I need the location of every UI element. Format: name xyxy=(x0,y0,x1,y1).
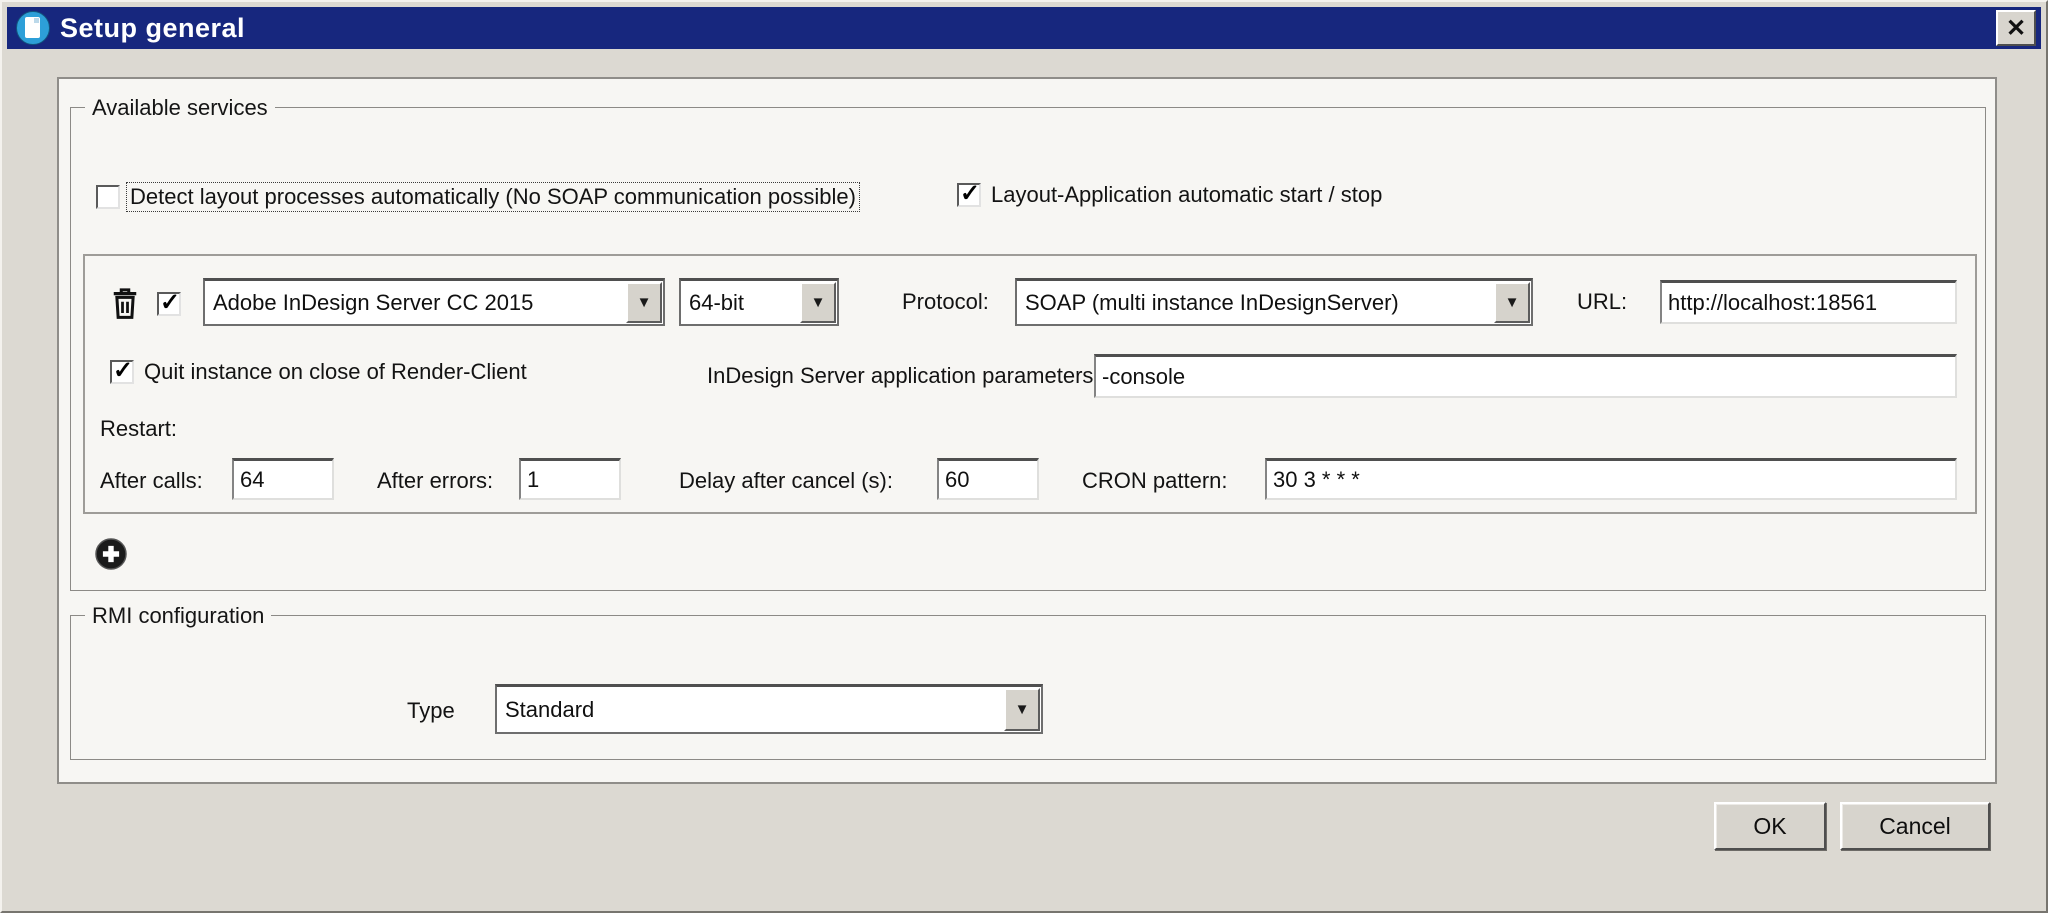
cron-pattern-label: CRON pattern: xyxy=(1082,468,1228,494)
setup-general-dialog: Setup general ✕ Available services Detec… xyxy=(0,0,2048,913)
cron-pattern-input[interactable] xyxy=(1265,458,1957,500)
bitness-select-value: 64-bit xyxy=(681,290,799,316)
after-errors-input[interactable] xyxy=(519,458,621,500)
rmi-configuration-group: RMI configuration Type Standard ▼ xyxy=(70,615,1986,760)
cancel-button[interactable]: Cancel xyxy=(1840,802,1990,850)
available-services-group: Available services Detect layout process… xyxy=(70,107,1986,591)
rmi-type-label: Type xyxy=(407,698,455,724)
quit-instance-checkbox-row: ✓ Quit instance on close of Render-Clien… xyxy=(110,359,527,385)
indesign-version-select-value: Adobe InDesign Server CC 2015 xyxy=(205,290,625,316)
after-calls-input[interactable] xyxy=(232,458,334,500)
app-icon xyxy=(16,11,50,45)
bitness-select[interactable]: 64-bit ▼ xyxy=(679,278,839,326)
rmi-type-select[interactable]: Standard ▼ xyxy=(495,684,1043,734)
chevron-down-icon[interactable]: ▼ xyxy=(1494,282,1530,323)
delay-after-cancel-input[interactable] xyxy=(937,458,1039,500)
indesign-version-select[interactable]: Adobe InDesign Server CC 2015 ▼ xyxy=(203,278,665,326)
service-enabled-checkbox-row: ✓ xyxy=(157,292,181,316)
close-button[interactable]: ✕ xyxy=(1996,10,2036,46)
protocol-label: Protocol: xyxy=(902,289,989,315)
window-title: Setup general xyxy=(60,13,245,44)
protocol-select[interactable]: SOAP (multi instance InDesignServer) ▼ xyxy=(1015,278,1533,326)
url-input[interactable] xyxy=(1660,280,1957,324)
detect-layout-checkbox[interactable] xyxy=(96,185,120,209)
add-service-plus-icon[interactable] xyxy=(93,536,129,572)
detect-layout-checkbox-label[interactable]: Detect layout processes automatically (N… xyxy=(126,182,860,212)
autostart-checkbox-label[interactable]: Layout-Application automatic start / sto… xyxy=(991,182,1382,208)
title-bar[interactable]: Setup general ✕ xyxy=(7,7,2041,49)
content-panel: Available services Detect layout process… xyxy=(57,77,1997,784)
quit-instance-checkbox[interactable]: ✓ xyxy=(110,360,134,384)
delay-after-cancel-label: Delay after cancel (s): xyxy=(679,468,893,494)
protocol-select-value: SOAP (multi instance InDesignServer) xyxy=(1017,290,1493,316)
autostart-checkbox[interactable]: ✓ xyxy=(957,183,981,207)
chevron-down-icon[interactable]: ▼ xyxy=(626,282,662,323)
detect-layout-checkbox-row: Detect layout processes automatically (N… xyxy=(96,182,860,212)
chevron-down-icon[interactable]: ▼ xyxy=(800,282,836,323)
quit-instance-checkbox-label[interactable]: Quit instance on close of Render-Client xyxy=(144,359,527,385)
app-parameters-label: InDesign Server application parameters: xyxy=(707,363,1100,389)
service-enabled-checkbox[interactable]: ✓ xyxy=(157,292,181,316)
url-label: URL: xyxy=(1577,289,1627,315)
after-errors-label: After errors: xyxy=(377,468,493,494)
service-entry-panel: ✓ Adobe InDesign Server CC 2015 ▼ 64-bit… xyxy=(83,254,1977,514)
rmi-configuration-group-label: RMI configuration xyxy=(85,603,271,629)
available-services-group-label: Available services xyxy=(85,95,275,121)
autostart-checkbox-row: ✓ Layout-Application automatic start / s… xyxy=(957,182,1382,208)
ok-button[interactable]: OK xyxy=(1714,802,1826,850)
restart-label: Restart: xyxy=(100,416,177,442)
chevron-down-icon[interactable]: ▼ xyxy=(1004,688,1040,731)
after-calls-label: After calls: xyxy=(100,468,203,494)
rmi-type-select-value: Standard xyxy=(497,697,1003,723)
app-parameters-input[interactable] xyxy=(1094,354,1957,398)
delete-service-trash-icon[interactable] xyxy=(110,286,140,320)
